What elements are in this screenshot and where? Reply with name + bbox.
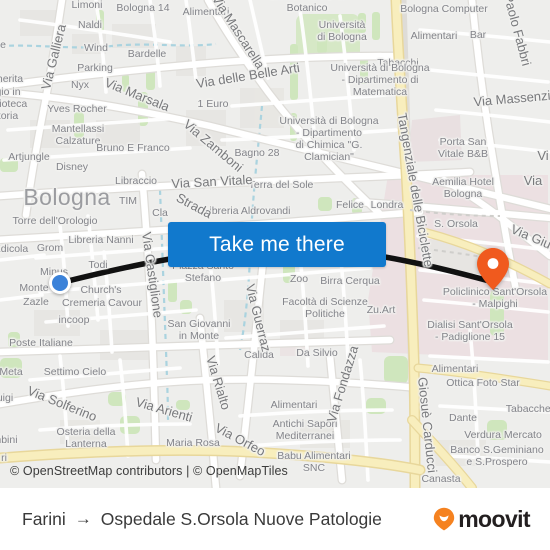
route-destination-label: Ospedale S.Orsola Nuove Patologie <box>100 508 382 529</box>
map-attribution: © OpenStreetMap contributors | © OpenMap… <box>10 464 288 478</box>
origin-marker[interactable] <box>49 272 71 294</box>
take-me-there-button[interactable]: Take me there <box>168 222 386 267</box>
moovit-wordmark: moovit <box>458 505 530 532</box>
moovit-logo[interactable]: moovit <box>433 505 531 533</box>
route-arrow-icon: → <box>74 509 92 528</box>
map-canvas[interactable]: Limoni Bologna 14 Bologna Computer Alimenta… <box>0 0 550 488</box>
destination-marker[interactable] <box>476 247 510 296</box>
map-pin-icon <box>477 248 509 290</box>
route-origin-label: Farini <box>22 508 66 529</box>
moovit-pin-icon <box>434 507 455 531</box>
route-summary: Farini → Ospedale S.Orsola Nuove Patolog… <box>22 509 382 530</box>
footer-bar: Farini → Ospedale S.Orsola Nuove Patolog… <box>0 488 550 550</box>
moovit-map-screenshot: Limoni Bologna 14 Bologna Computer Alimenta… <box>0 0 550 550</box>
